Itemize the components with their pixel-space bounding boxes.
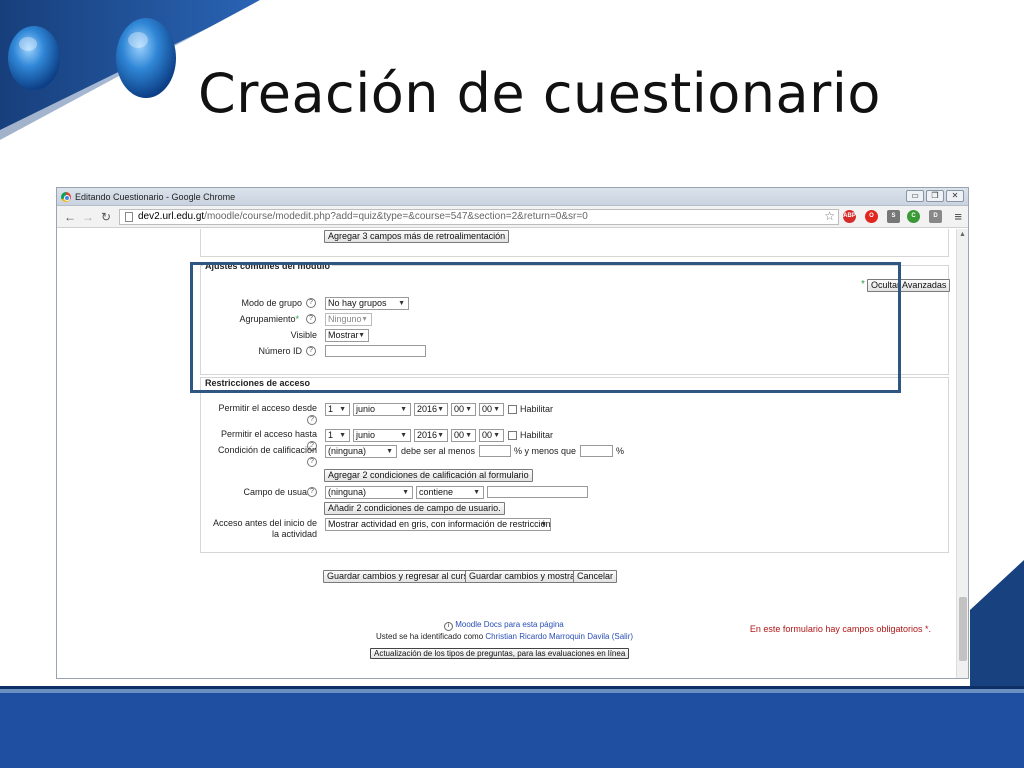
add-grade-conditions-button[interactable]: Agregar 2 condiciones de calificación al… bbox=[324, 469, 533, 482]
until-month-select[interactable]: junio ▼ bbox=[353, 429, 411, 442]
page-icon bbox=[125, 212, 133, 222]
question-types-update-button[interactable]: Actualización de los tipos de preguntas,… bbox=[370, 648, 630, 659]
back-arrow-icon[interactable]: ← bbox=[61, 209, 79, 225]
grade-percent-text: % bbox=[616, 446, 625, 456]
browser-window: Editando Cuestionario - Google Chrome ▭ … bbox=[56, 187, 969, 679]
logout-link[interactable]: (Salir) bbox=[612, 632, 633, 641]
until-enable-checkbox[interactable] bbox=[508, 431, 517, 440]
close-button[interactable]: ✕ bbox=[946, 190, 964, 202]
from-day-select[interactable]: 1 ▼ bbox=[325, 403, 350, 416]
from-minute-select[interactable]: 00 ▼ bbox=[479, 403, 504, 416]
comment-extension-icon[interactable]: S bbox=[887, 210, 900, 223]
until-enable-label: Habilitar bbox=[520, 430, 554, 440]
extension-green-icon[interactable]: C bbox=[907, 210, 920, 223]
grade-condition-label: Condición de calificación bbox=[217, 445, 317, 455]
docs-link-row: i Moodle Docs para esta página bbox=[444, 620, 564, 631]
url-host: dev2.url.edu.gt bbox=[138, 211, 205, 222]
window-title: Editando Cuestionario - Google Chrome bbox=[75, 192, 236, 202]
help-icon[interactable]: ? bbox=[307, 487, 317, 497]
opera-extension-icon[interactable]: O bbox=[865, 210, 878, 223]
highlight-frame bbox=[190, 262, 901, 393]
add-user-field-conditions-button[interactable]: Añadir 2 condiciones de campo de usuario… bbox=[324, 502, 505, 515]
grade-max-input[interactable] bbox=[580, 445, 613, 457]
login-info: Usted se ha identificado como Christian … bbox=[376, 632, 633, 641]
access-before-select[interactable]: Mostrar actividad en gris, con informaci… bbox=[325, 518, 551, 531]
slide: Creación de cuestionario Editando Cuesti… bbox=[0, 0, 1024, 768]
browser-toolbar: ← → ↻ dev2.url.edu.gt/moodle/course/mode… bbox=[57, 206, 968, 228]
grade-min-text: debe ser al menos bbox=[401, 446, 476, 456]
access-from-label: Permitir el acceso desde bbox=[218, 403, 317, 413]
logged-in-prefix: Usted se ha identificado como bbox=[376, 632, 484, 641]
user-field-select[interactable]: (ninguna) ▼ bbox=[325, 486, 413, 499]
window-titlebar: Editando Cuestionario - Google Chrome ▭ … bbox=[57, 188, 968, 206]
scrollbar-thumb[interactable] bbox=[959, 597, 967, 661]
grade-item-select[interactable]: (ninguna) ▼ bbox=[325, 445, 397, 458]
address-bar[interactable]: dev2.url.edu.gt/moodle/course/modedit.ph… bbox=[119, 209, 839, 225]
grade-min-input[interactable] bbox=[479, 445, 511, 457]
from-hour-select[interactable]: 00 ▼ bbox=[451, 403, 476, 416]
from-month-select[interactable]: junio ▼ bbox=[353, 403, 411, 416]
vertical-scrollbar[interactable]: ▲ bbox=[956, 229, 968, 678]
maximize-button[interactable]: ❐ bbox=[926, 190, 944, 202]
feedback-fieldset bbox=[200, 229, 949, 257]
info-icon: i bbox=[444, 622, 453, 631]
required-fields-note: En este formulario hay campos obligatori… bbox=[749, 624, 931, 634]
chrome-menu-icon[interactable]: ≡ bbox=[954, 209, 962, 224]
url-path: /moodle/course/modedit.php?add=quiz&type… bbox=[204, 211, 588, 222]
minimize-button[interactable]: ▭ bbox=[906, 190, 924, 202]
until-day-select[interactable]: 1 ▼ bbox=[325, 429, 350, 442]
bookmark-star-icon[interactable]: ☆ bbox=[824, 209, 835, 223]
user-field-value-input[interactable] bbox=[487, 486, 588, 498]
until-hour-select[interactable]: 00 ▼ bbox=[451, 429, 476, 442]
user-field-operator-select[interactable]: contiene ▼ bbox=[416, 486, 484, 499]
add-feedback-fields-button[interactable]: Agregar 3 campos más de retroalimentació… bbox=[324, 230, 510, 243]
access-until-label: Permitir el acceso hasta bbox=[220, 429, 317, 439]
extension-gray-icon[interactable]: D bbox=[929, 210, 942, 223]
user-field-label: Campo de usuario bbox=[243, 487, 317, 497]
forward-arrow-icon[interactable]: → bbox=[79, 209, 97, 225]
until-year-select[interactable]: 2016 ▼ bbox=[414, 429, 448, 442]
from-enable-checkbox[interactable] bbox=[508, 405, 517, 414]
save-and-return-button[interactable]: Guardar cambios y regresar al curso bbox=[323, 570, 478, 583]
scroll-up-arrow-icon[interactable]: ▲ bbox=[959, 231, 966, 238]
grade-between-text: % y menos que bbox=[514, 446, 577, 456]
until-minute-select[interactable]: 00 ▼ bbox=[479, 429, 504, 442]
from-enable-label: Habilitar bbox=[520, 404, 554, 414]
user-name-link[interactable]: Christian Ricardo Marroquin Davila bbox=[485, 632, 609, 641]
cancel-button[interactable]: Cancelar bbox=[573, 570, 618, 583]
help-icon[interactable]: ? bbox=[307, 457, 317, 467]
adblock-extension-icon[interactable]: ABP bbox=[843, 210, 856, 223]
help-icon[interactable]: ? bbox=[307, 415, 317, 425]
slide-title: Creación de cuestionario bbox=[198, 62, 881, 125]
from-year-select[interactable]: 2016 ▼ bbox=[414, 403, 448, 416]
chrome-logo-icon bbox=[61, 192, 71, 202]
access-before-label: Acceso antes del inicio de la actividad bbox=[212, 518, 317, 539]
save-and-display-button[interactable]: Guardar cambios y mostrar bbox=[465, 570, 583, 583]
reload-icon[interactable]: ↻ bbox=[97, 209, 115, 225]
moodle-docs-link[interactable]: Moodle Docs para esta página bbox=[455, 620, 564, 629]
